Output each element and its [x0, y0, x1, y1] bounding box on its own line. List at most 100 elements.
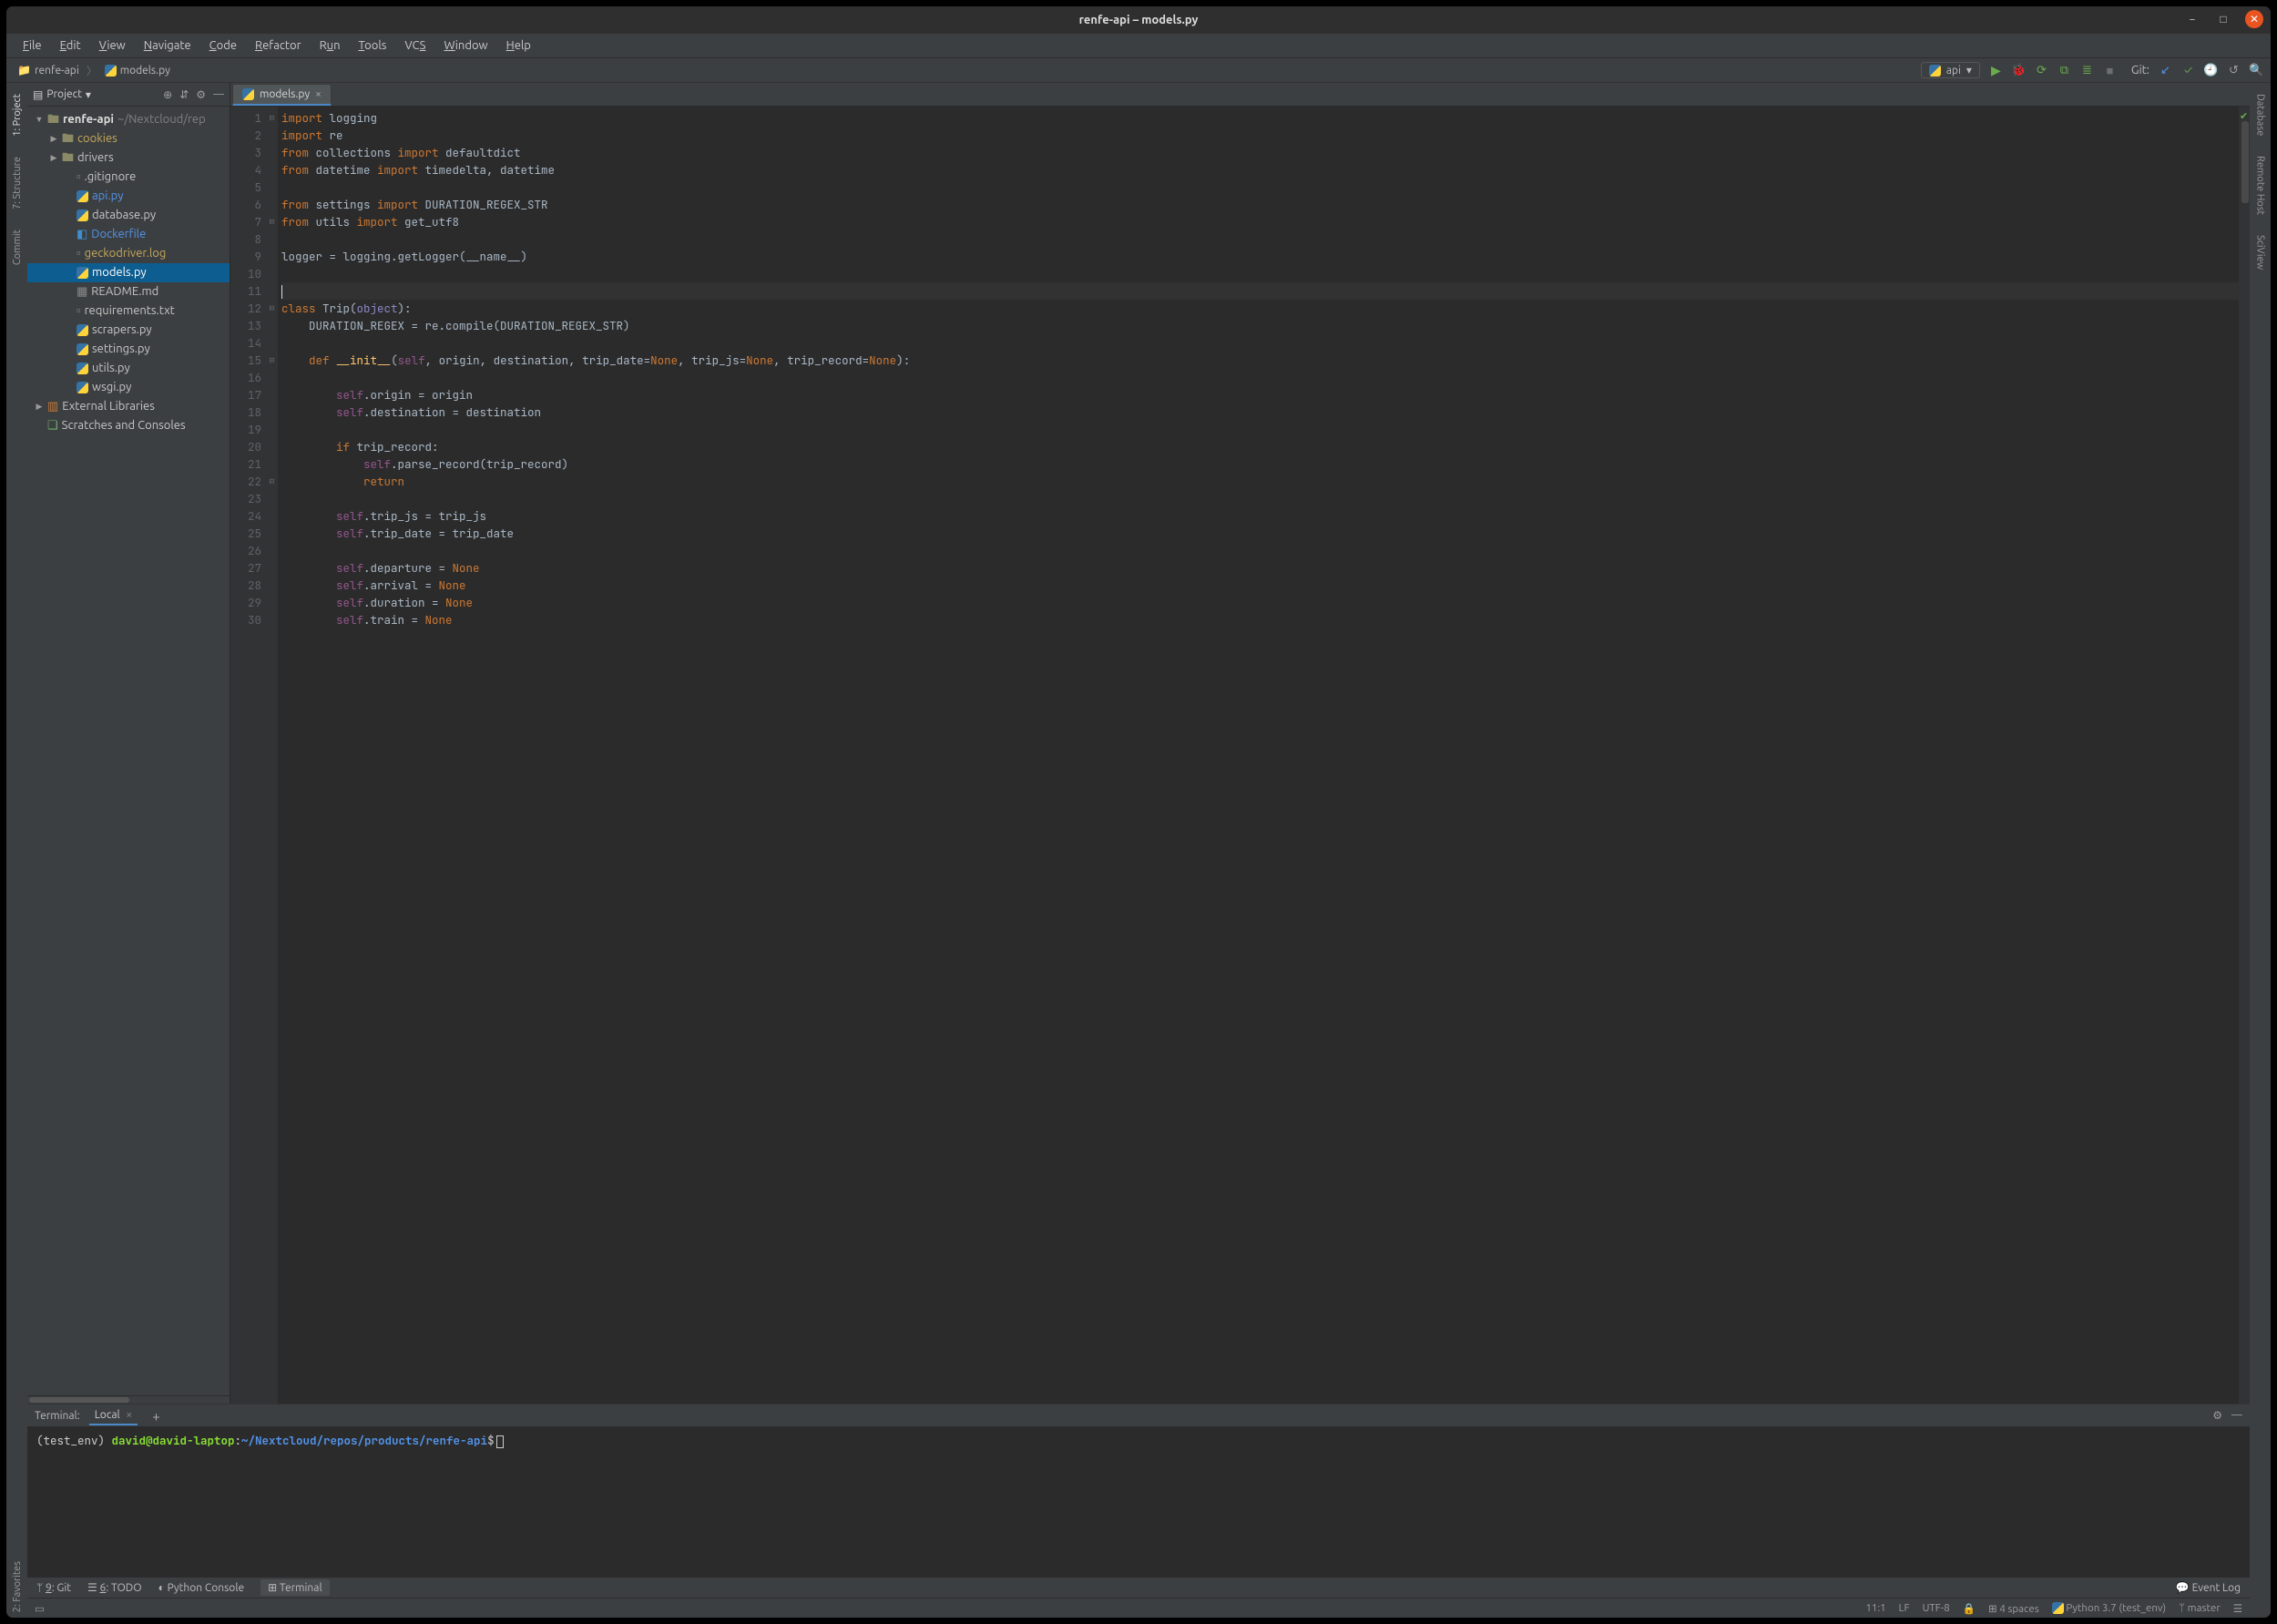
- markdown-icon: ▦: [77, 283, 87, 301]
- git-label: Git:: [2131, 64, 2149, 77]
- file-encoding[interactable]: UTF-8: [1923, 1602, 1950, 1614]
- docker-icon: ◧: [77, 226, 87, 243]
- python-icon: [77, 267, 88, 279]
- add-terminal-button[interactable]: +: [147, 1408, 165, 1424]
- tree-arrow[interactable]: ▶: [35, 398, 44, 415]
- tree-arrow[interactable]: ▼: [35, 111, 44, 128]
- vcs-update-button[interactable]: ↙: [2159, 64, 2172, 77]
- code-area[interactable]: import loggingimport refrom collections …: [278, 107, 2239, 1404]
- tree-row-requirementstxt[interactable]: ▫ requirements.txt: [27, 301, 230, 321]
- status-message[interactable]: ▭: [35, 1602, 45, 1615]
- menu-edit[interactable]: Edit: [53, 36, 88, 55]
- breadcrumb-item[interactable]: models.py: [101, 63, 174, 78]
- gutter[interactable]: ⊟123456⊟7891011⊟121314⊟15161718192021⊟22…: [230, 107, 278, 1404]
- bottom-tool-todo[interactable]: ☰ 6: TODO: [87, 1581, 142, 1594]
- menu-run[interactable]: Run: [312, 36, 348, 55]
- tool-tab-favorites[interactable]: 2: Favorites: [10, 1556, 25, 1618]
- terminal-tool-window: Terminal: Local × + ⚙ — (test_env) david…: [27, 1404, 2250, 1577]
- menu-navigate[interactable]: Navigate: [137, 36, 199, 55]
- project-pane-title[interactable]: ▤ Project ▾: [33, 88, 91, 101]
- bottom-tool-pythonconsole[interactable]: ◐ Python Console: [158, 1581, 245, 1594]
- tree-arrow[interactable]: ▶: [49, 149, 58, 167]
- tree-row-renfeapi[interactable]: ▼🖿 renfe-api ~/Nextcloud/rep: [27, 110, 230, 129]
- menu-help[interactable]: Help: [499, 36, 538, 55]
- run-config-select[interactable]: api ▾: [1921, 62, 1980, 78]
- debug-button[interactable]: 🐞: [2012, 64, 2026, 77]
- vcs-commit-button[interactable]: ✓: [2181, 64, 2195, 77]
- vcs-history-button[interactable]: 🕘: [2204, 64, 2218, 77]
- menu-bar: FileEditViewNavigateCodeRefactorRunTools…: [6, 34, 2271, 58]
- vcs-revert-button[interactable]: ↺: [2227, 64, 2241, 77]
- tree-row-externallibraries[interactable]: ▶▥ External Libraries: [27, 397, 230, 416]
- tool-tab-structure[interactable]: 7: Structure: [10, 151, 25, 215]
- tree-row-gitignore[interactable]: ▫ .gitignore: [27, 168, 230, 187]
- menu-refactor[interactable]: Refactor: [248, 36, 309, 55]
- bottom-tool-git[interactable]: ᛘ 9: Git: [36, 1582, 71, 1594]
- tree-arrow[interactable]: ▶: [49, 130, 58, 148]
- tree-row-scratchesandconsoles[interactable]: ❏ Scratches and Consoles: [27, 416, 230, 435]
- event-log-button[interactable]: 💬 Event Log: [2176, 1581, 2241, 1594]
- settings-button[interactable]: ⚙: [196, 88, 206, 101]
- project-tree-scrollbar[interactable]: [27, 1395, 230, 1404]
- git-branch[interactable]: ᛘ master: [2179, 1602, 2221, 1614]
- tool-tab-commit[interactable]: Commit: [10, 224, 25, 271]
- tree-row-scraperspy[interactable]: scrapers.py: [27, 321, 230, 340]
- tool-tab-remotehost[interactable]: Remote Host: [2253, 150, 2268, 220]
- terminal-settings-button[interactable]: ⚙: [2212, 1409, 2222, 1422]
- expand-all-button[interactable]: ⇵: [179, 88, 189, 101]
- menu-file[interactable]: File: [15, 36, 49, 55]
- tree-row-dockerfile[interactable]: ◧ Dockerfile: [27, 225, 230, 244]
- file-icon: ▫: [77, 245, 81, 262]
- tool-tab-project[interactable]: 1: Project: [10, 88, 25, 142]
- tree-row-wsgipy[interactable]: wsgi.py: [27, 378, 230, 397]
- tree-row-settingspy[interactable]: settings.py: [27, 340, 230, 359]
- menu-tools[interactable]: Tools: [352, 36, 394, 55]
- editor-tab-label: models.py: [260, 88, 310, 100]
- breadcrumb[interactable]: 📁renfe-api〉models.py: [14, 62, 174, 78]
- marker-strip[interactable]: ✔: [2239, 107, 2250, 1404]
- profile-button[interactable]: ⧉: [2057, 64, 2071, 77]
- readonly-toggle[interactable]: 🔒: [1963, 1602, 1976, 1615]
- right-tool-strip: Database Remote Host SciView: [2250, 83, 2271, 1618]
- editor-scrollbar[interactable]: [2241, 121, 2249, 203]
- tree-row-modelspy[interactable]: models.py: [27, 263, 230, 282]
- line-separator[interactable]: LF: [1899, 1602, 1910, 1614]
- breadcrumb-item[interactable]: 📁renfe-api: [14, 62, 83, 78]
- tool-tab-sciview[interactable]: SciView: [2253, 230, 2268, 275]
- tree-row-geckodriverlog[interactable]: ▫ geckodriver.log: [27, 244, 230, 263]
- close-tab-button[interactable]: ×: [315, 88, 322, 100]
- minimize-button[interactable]: −: [2183, 10, 2201, 28]
- terminal-hide-button[interactable]: —: [2231, 1409, 2242, 1422]
- chevron-down-icon: ▾: [86, 88, 91, 101]
- menu-code[interactable]: Code: [202, 36, 244, 55]
- concurrency-button[interactable]: ≣: [2080, 64, 2094, 77]
- tree-row-utilspy[interactable]: utils.py: [27, 359, 230, 378]
- maximize-button[interactable]: □: [2214, 10, 2232, 28]
- project-tree[interactable]: ▼🖿 renfe-api ~/Nextcloud/rep▶🖿 cookies▶🖿…: [27, 107, 230, 1395]
- search-everywhere-button[interactable]: 🔍: [2250, 64, 2263, 77]
- tree-row-readmemd[interactable]: ▦ README.md: [27, 282, 230, 301]
- memory-indicator[interactable]: ☰: [2233, 1602, 2242, 1615]
- run-button[interactable]: ▶: [1989, 64, 2003, 77]
- editor-tab-models[interactable]: models.py ×: [232, 84, 332, 106]
- tree-row-apipy[interactable]: api.py: [27, 187, 230, 206]
- close-icon[interactable]: ×: [126, 1409, 132, 1421]
- bottom-tool-terminal[interactable]: ⊞ Terminal: [260, 1579, 330, 1596]
- coverage-button[interactable]: ⟳: [2035, 64, 2048, 77]
- python-interpreter[interactable]: Python 3.7 (test_env): [2052, 1602, 2166, 1615]
- menu-view[interactable]: View: [92, 36, 133, 55]
- tool-tab-database[interactable]: Database: [2253, 88, 2268, 141]
- locate-button[interactable]: ⊕: [163, 88, 172, 101]
- close-button[interactable]: ✕: [2245, 10, 2263, 28]
- tree-row-cookies[interactable]: ▶🖿 cookies: [27, 129, 230, 148]
- hide-button[interactable]: —: [213, 88, 224, 101]
- stop-button[interactable]: ■: [2103, 64, 2117, 77]
- tree-row-drivers[interactable]: ▶🖿 drivers: [27, 148, 230, 168]
- caret-position[interactable]: 11:1: [1865, 1602, 1885, 1614]
- menu-vcs[interactable]: VCS: [397, 36, 433, 55]
- menu-window[interactable]: Window: [436, 36, 495, 55]
- tree-row-databasepy[interactable]: database.py: [27, 206, 230, 225]
- terminal-body[interactable]: (test_env) david@david-laptop:~/Nextclou…: [27, 1427, 2250, 1577]
- terminal-tab-local[interactable]: Local ×: [89, 1406, 138, 1425]
- indent-settings[interactable]: ⊞ 4 spaces: [1988, 1602, 2039, 1615]
